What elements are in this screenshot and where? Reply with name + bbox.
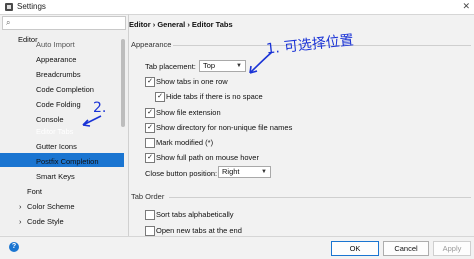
help-icon[interactable]: ? xyxy=(9,242,19,252)
show-file-extension-checkbox[interactable]: ✓ xyxy=(145,108,155,118)
sidebar-item-auto-import[interactable]: Auto Import xyxy=(36,40,75,49)
show-full-path-label: Show full path on mouse hover xyxy=(156,153,259,162)
sort-tabs-checkbox[interactable] xyxy=(145,210,155,220)
mark-modified-checkbox[interactable] xyxy=(145,138,155,148)
chevron-down-icon: ▼ xyxy=(236,63,242,69)
cancel-button[interactable]: Cancel xyxy=(383,241,429,256)
appearance-section-title: Appearance xyxy=(131,40,172,49)
close-button-position-select[interactable]: Right ▼ xyxy=(218,166,271,178)
sort-tabs-label: Sort tabs alphabetically xyxy=(156,210,234,219)
show-tabs-one-row-label: Show tabs in one row xyxy=(156,77,228,86)
tab-placement-label: Tab placement: xyxy=(145,62,196,71)
chevron-right-icon[interactable]: › xyxy=(19,202,22,211)
tab-placement-value: Top xyxy=(203,61,216,70)
close-button-position-value: Right xyxy=(222,167,240,176)
show-file-extension-label: Show file extension xyxy=(156,108,221,117)
hide-tabs-label: Hide tabs if there is no space xyxy=(166,92,263,101)
sidebar-item-postfix-completion[interactable]: Postfix Completion xyxy=(36,157,99,166)
chevron-right-icon[interactable]: › xyxy=(19,217,22,226)
dialog-footer: ? OK Cancel Apply xyxy=(0,236,474,259)
sidebar-item-code-style[interactable]: Code Style xyxy=(27,217,64,226)
sidebar-item-editor-tabs[interactable]: Editor Tabs xyxy=(36,127,73,136)
sidebar-scrollbar[interactable] xyxy=(121,39,125,127)
chevron-down-icon: ▼ xyxy=(261,169,267,175)
sidebar-item-color-scheme[interactable]: Color Scheme xyxy=(27,202,75,211)
sidebar-item-code-folding[interactable]: Code Folding xyxy=(36,100,81,109)
close-button-position-label: Close button position: xyxy=(145,169,218,178)
window-title: Settings xyxy=(17,2,46,11)
search-icon: ⌕ xyxy=(6,18,11,27)
hide-tabs-checkbox[interactable]: ✓ xyxy=(155,92,165,102)
show-directory-checkbox[interactable]: ✓ xyxy=(145,123,155,133)
sidebar-item-console[interactable]: Console xyxy=(36,115,64,124)
tab-order-section-title: Tab Order xyxy=(131,192,165,201)
close-icon[interactable]: ✕ xyxy=(462,1,470,12)
breadcrumb: Editor › General › Editor Tabs xyxy=(129,20,233,29)
show-directory-label: Show directory for non-unique file names xyxy=(156,123,293,132)
ok-button[interactable]: OK xyxy=(331,241,379,256)
sidebar-item-code-completion[interactable]: Code Completion xyxy=(36,85,94,94)
app-icon xyxy=(5,3,13,11)
apply-button[interactable]: Apply xyxy=(433,241,471,256)
sidebar-group-editor[interactable]: Editor xyxy=(18,35,38,44)
tab-placement-select[interactable]: Top ▼ xyxy=(199,60,246,72)
show-full-path-checkbox[interactable]: ✓ xyxy=(145,153,155,163)
sidebar-item-smart-keys[interactable]: Smart Keys xyxy=(36,172,75,181)
sidebar-item-appearance[interactable]: Appearance xyxy=(36,55,76,64)
section-divider xyxy=(169,197,471,198)
open-new-tabs-label: Open new tabs at the end xyxy=(156,226,242,235)
sidebar-item-gutter-icons[interactable]: Gutter Icons xyxy=(36,142,77,151)
title-bar: Settings ✕ xyxy=(0,0,474,15)
mark-modified-label: Mark modified (*) xyxy=(156,138,214,147)
sidebar-item-breadcrumbs[interactable]: Breadcrumbs xyxy=(36,70,81,79)
section-divider xyxy=(173,45,471,46)
open-new-tabs-checkbox[interactable] xyxy=(145,226,155,236)
sidebar-item-font[interactable]: Font xyxy=(27,187,42,196)
settings-main-panel: Editor › General › Editor Tabs Appearanc… xyxy=(129,14,474,236)
settings-sidebar: Editor Auto Import Appearance Breadcrumb… xyxy=(0,30,128,235)
show-tabs-one-row-checkbox[interactable]: ✓ xyxy=(145,77,155,87)
settings-search-input[interactable]: ⌕ xyxy=(2,16,126,30)
